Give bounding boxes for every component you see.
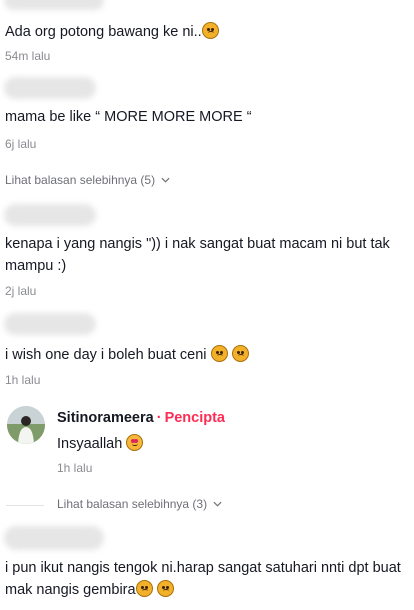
- avatar[interactable]: [7, 406, 45, 444]
- confused-face-emoji: [231, 345, 249, 362]
- redacted-username: [4, 77, 96, 99]
- view-more-replies-button[interactable]: Lihat balasan selebihnya (5): [5, 173, 170, 187]
- comment-text: Ada org potong bawang ke ni..: [5, 22, 219, 40]
- divider: [6, 505, 44, 506]
- chevron-down-icon: [213, 501, 222, 507]
- comment-text: i wish one day i boleh buat ceni: [5, 345, 249, 363]
- comment-timestamp: 6j lalu: [5, 137, 37, 151]
- reply-author[interactable]: Sitinorameera · Pencipta: [57, 410, 225, 426]
- creator-badge: Pencipta: [164, 410, 225, 426]
- confounded-face-emoji: [156, 580, 174, 597]
- chevron-down-icon: [161, 177, 170, 183]
- comment-text: kenapa i yang nangis ")) i nak sangat bu…: [5, 236, 390, 274]
- redacted-username: [4, 313, 96, 335]
- comment-timestamp: 1h lalu: [5, 373, 41, 387]
- author-name[interactable]: Sitinorameera: [57, 410, 154, 426]
- view-more-replies-button[interactable]: Lihat balasan selebihnya (3): [57, 497, 222, 511]
- redacted-username: [4, 526, 104, 550]
- frowning-face-emoji: [135, 580, 153, 597]
- confused-face-emoji: [210, 345, 228, 362]
- comment-timestamp: 54m lalu: [5, 49, 51, 63]
- reply-timestamp: 1h lalu: [57, 461, 93, 475]
- comment-timestamp: 2j lalu: [5, 284, 37, 298]
- separator: ·: [156, 410, 162, 426]
- smiling-face-with-hearts-emoji: [126, 434, 144, 451]
- redacted-username: [4, 0, 104, 10]
- reply-text: Insyaallah: [57, 434, 144, 452]
- confused-face-emoji: [201, 22, 219, 39]
- comment-text: i pun ikut nangis tengok ni.harap sangat…: [5, 560, 401, 598]
- comment-text: mama be like “ MORE MORE MORE “: [5, 109, 252, 125]
- creator-avatar-image: [7, 406, 45, 444]
- redacted-username: [4, 204, 96, 226]
